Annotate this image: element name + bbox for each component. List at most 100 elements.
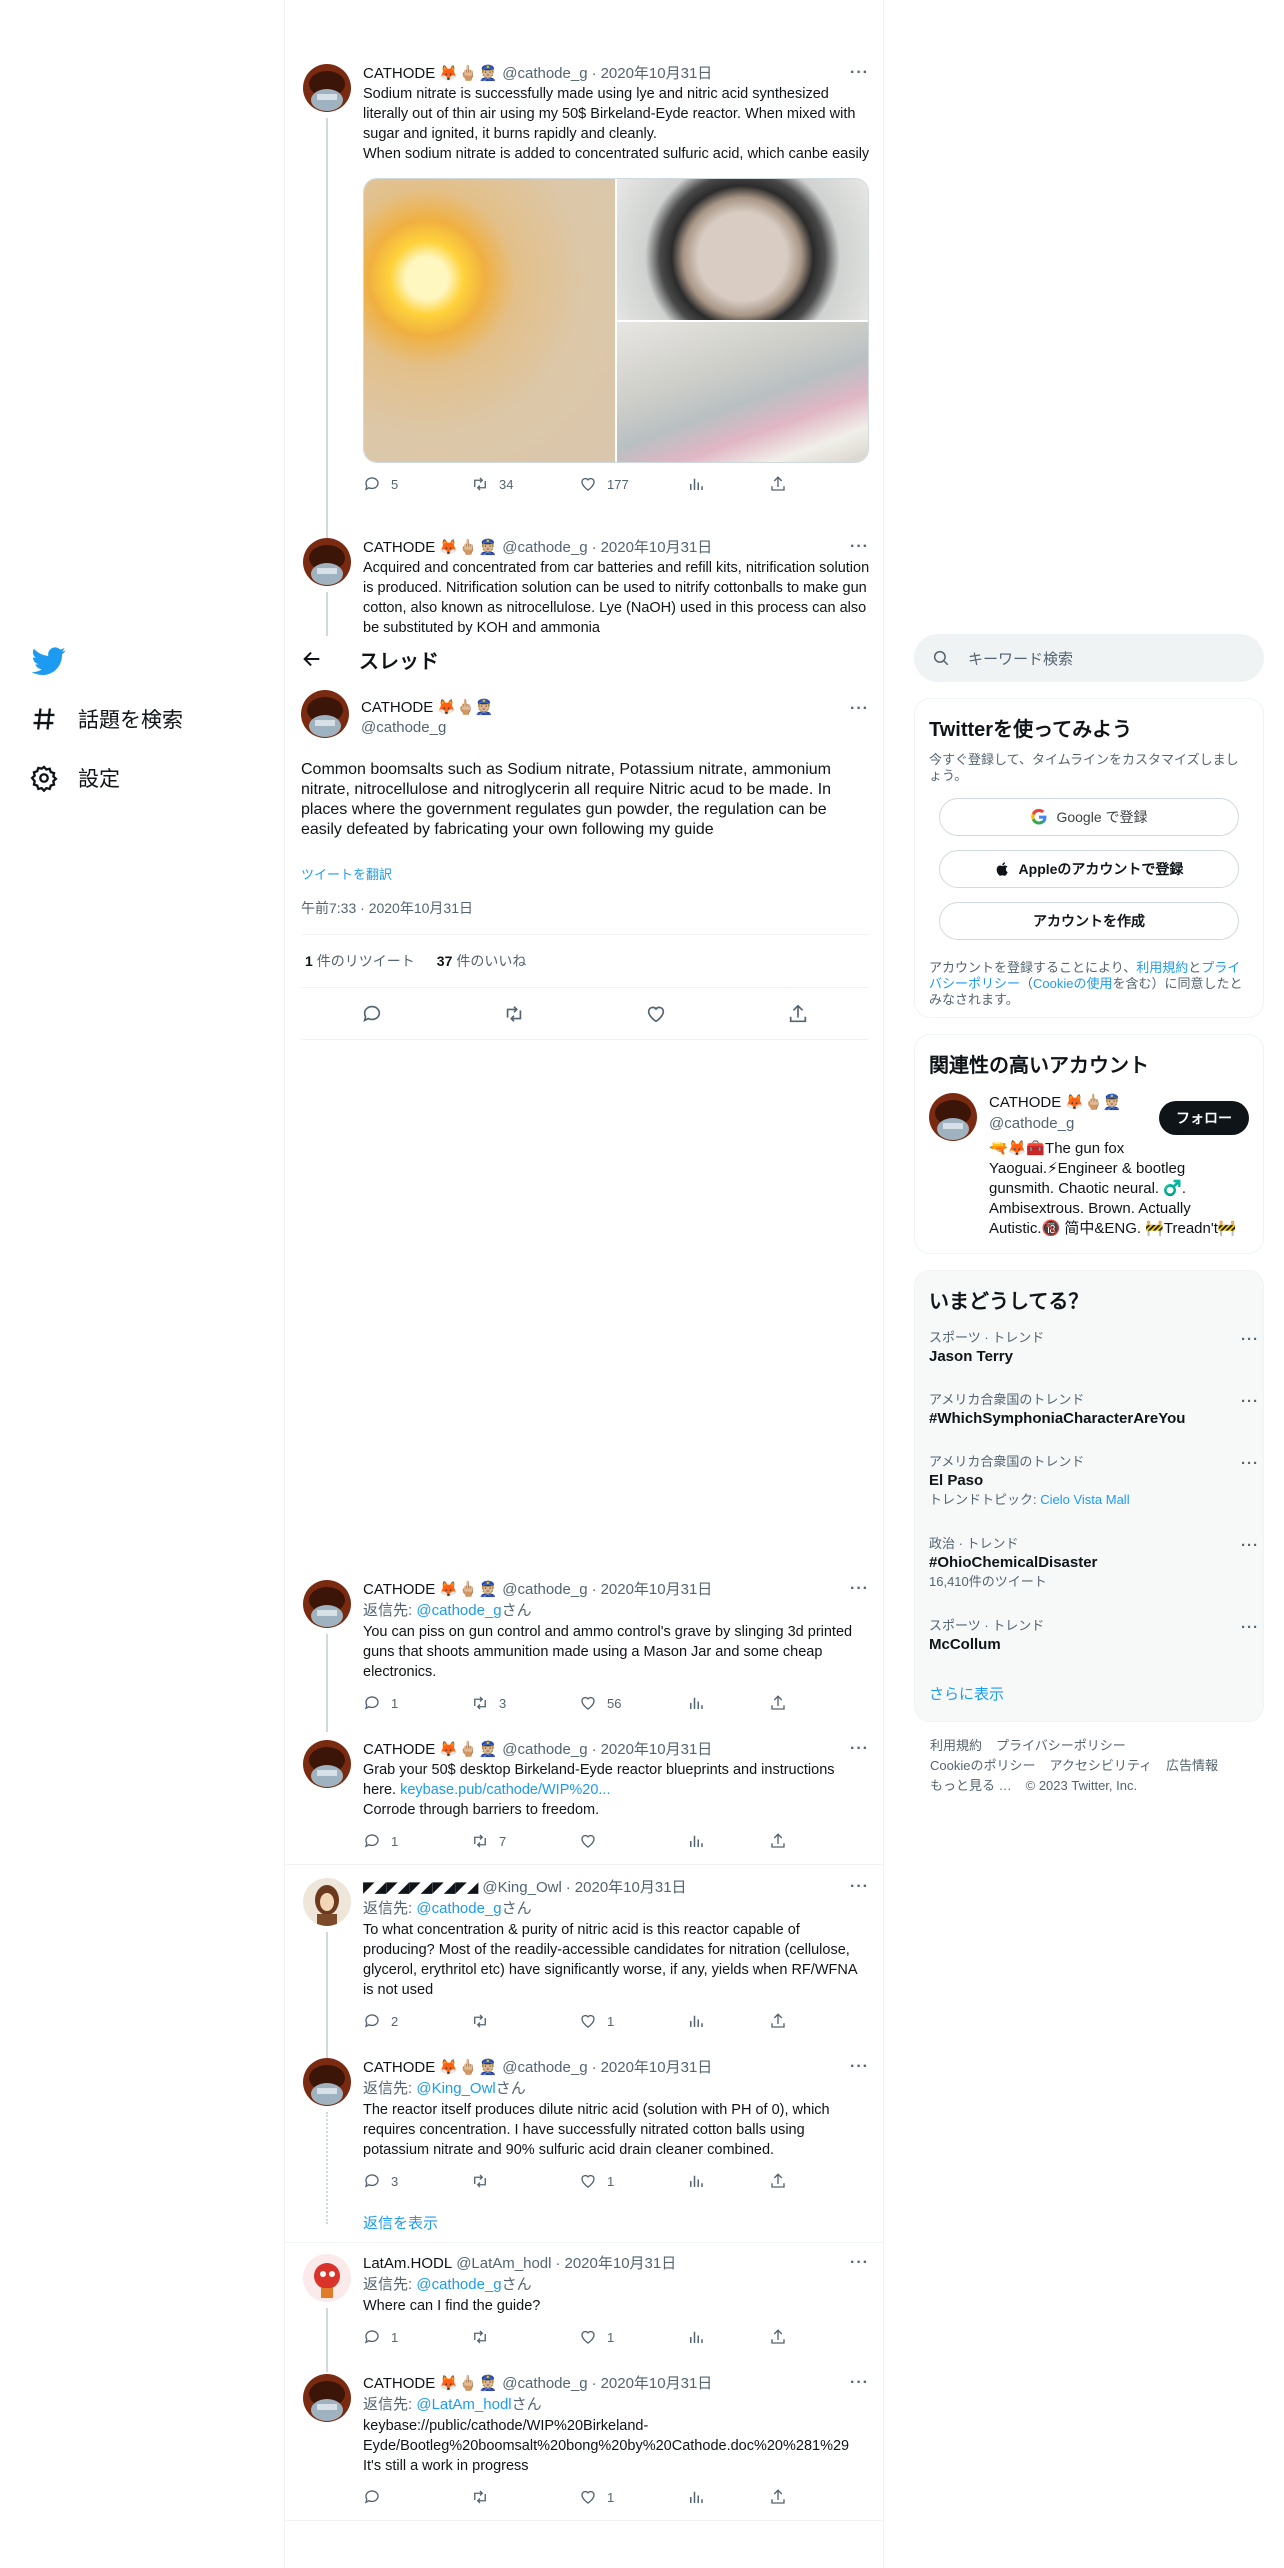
retweet-stat[interactable]: 1 件のリツイート xyxy=(305,951,415,971)
author-handle[interactable]: @cathode_g xyxy=(502,1580,587,1600)
like-button[interactable]: 1 xyxy=(579,2328,687,2346)
more-options-icon[interactable]: ··· xyxy=(1241,1455,1259,1472)
retweet-icon[interactable] xyxy=(503,1003,525,1025)
share-button[interactable] xyxy=(769,475,787,493)
more-options-icon[interactable]: ··· xyxy=(850,1580,869,1598)
avatar[interactable] xyxy=(303,1580,351,1628)
footer-link[interactable]: アクセシビリティ xyxy=(1049,1758,1152,1773)
avatar[interactable] xyxy=(303,2254,351,2302)
reply-button[interactable] xyxy=(363,2488,471,2506)
show-more-link[interactable]: さらに表示 xyxy=(929,1683,1004,1704)
apple-signup-button[interactable]: Appleのアカウントで登録 xyxy=(939,850,1239,888)
tweet-date[interactable]: 2020年10月31日 xyxy=(564,2254,676,2274)
retweet-button[interactable]: 3 xyxy=(471,1694,579,1712)
author-name[interactable]: ◤◢◤◢◤◢◤◢◤◢ xyxy=(363,1878,478,1898)
share-button[interactable] xyxy=(769,2328,787,2346)
reply-tweet[interactable]: ··· CATHODE 🦊🖕🏼👮🏼 @cathode_g · 2020年10月3… xyxy=(285,2058,883,2224)
reply-tweet[interactable]: ··· LatAm.HODL @LatAm_hodl · 2020年10月31日… xyxy=(285,2254,883,2372)
more-options-icon[interactable]: ··· xyxy=(1241,1331,1259,1348)
nav-explore[interactable]: 話題を検索 xyxy=(30,704,183,734)
tweet-date[interactable]: 2020年10月31日 xyxy=(601,538,713,558)
reply-to-link[interactable]: @King_Owl xyxy=(416,2080,495,2097)
avatar[interactable] xyxy=(303,64,351,112)
twitter-bird-icon[interactable] xyxy=(30,644,68,678)
tweet-date[interactable]: 2020年10月31日 xyxy=(601,2374,713,2394)
analytics-button[interactable] xyxy=(687,1694,769,1712)
trend-item[interactable]: スポーツ · トレンド McCollum ··· xyxy=(929,1617,1258,1655)
avatar[interactable] xyxy=(929,1093,977,1141)
tweet-date[interactable]: 2020年10月31日 xyxy=(575,1878,687,1898)
avatar[interactable] xyxy=(303,2374,351,2422)
author-handle[interactable]: @cathode_g xyxy=(502,2374,587,2394)
analytics-button[interactable] xyxy=(687,2328,769,2346)
cookie-link[interactable]: Cookieの使用 xyxy=(1033,976,1112,991)
reply-button[interactable]: 5 xyxy=(363,475,471,493)
thread-tweet[interactable]: ··· CATHODE 🦊🖕🏼👮🏼 @cathode_g · 2020年10月3… xyxy=(285,538,883,636)
like-button[interactable]: 56 xyxy=(579,1694,687,1712)
more-options-icon[interactable]: ··· xyxy=(1241,1619,1259,1636)
blueprint-link[interactable]: keybase.pub/cathode/WIP%20... xyxy=(400,1782,610,1798)
trend-item[interactable]: 政治 · トレンド #OhioChemicalDisaster 16,410件の… xyxy=(929,1535,1258,1591)
reply-button[interactable]: 3 xyxy=(363,2172,471,2190)
share-button[interactable] xyxy=(769,1694,787,1712)
more-options-icon[interactable]: ··· xyxy=(850,2254,869,2272)
author-name[interactable]: CATHODE xyxy=(363,2374,435,2394)
media-photo-flame[interactable] xyxy=(364,179,615,462)
tweet-media[interactable] xyxy=(363,178,869,463)
media-photo-bottles[interactable] xyxy=(617,321,868,462)
author-handle[interactable]: @LatAm_hodl xyxy=(456,2254,551,2274)
footer-link[interactable]: 利用規約 xyxy=(930,1738,982,1753)
like-button[interactable]: 1 xyxy=(579,2172,687,2190)
author-name[interactable]: CATHODE xyxy=(363,538,435,558)
reply-tweet[interactable]: ··· CATHODE 🦊🖕🏼👮🏼 @cathode_g · 2020年10月3… xyxy=(285,1580,883,1732)
reply-to-link[interactable]: @cathode_g xyxy=(416,1602,501,1619)
tweet-date[interactable]: 2020年10月31日 xyxy=(601,2058,713,2078)
author-name[interactable]: CATHODE xyxy=(363,64,435,84)
media-photo-pan[interactable] xyxy=(617,179,868,320)
create-account-button[interactable]: アカウントを作成 xyxy=(939,902,1239,940)
nav-settings[interactable]: 設定 xyxy=(30,763,120,793)
retweet-button[interactable]: 7 xyxy=(471,1832,579,1850)
tweet-date[interactable]: 2020年10月31日 xyxy=(601,64,713,84)
retweet-button[interactable]: 34 xyxy=(471,475,579,493)
translate-link[interactable]: ツイートを翻訳 xyxy=(301,864,392,883)
tweet-date[interactable]: 2020年10月31日 xyxy=(601,1740,713,1760)
reply-to-link[interactable]: @cathode_g xyxy=(416,1900,501,1917)
retweet-button[interactable] xyxy=(471,2012,579,2030)
share-button[interactable] xyxy=(769,2172,787,2190)
trend-topic-link[interactable]: Cielo Vista Mall xyxy=(1040,1492,1129,1507)
more-options-icon[interactable]: ··· xyxy=(850,2058,869,2076)
back-arrow-icon[interactable] xyxy=(301,648,323,670)
author-name[interactable]: CATHODE xyxy=(363,1740,435,1760)
focal-author-handle[interactable]: @cathode_g xyxy=(361,719,446,736)
author-handle[interactable]: @King_Owl xyxy=(482,1878,561,1898)
reply-to-link[interactable]: @cathode_g xyxy=(416,2276,501,2293)
author-name[interactable]: LatAm.HODL xyxy=(363,2254,452,2274)
reply-button[interactable]: 1 xyxy=(363,1832,471,1850)
author-name[interactable]: CATHODE xyxy=(363,2058,435,2078)
more-options-icon[interactable]: ··· xyxy=(1241,1393,1259,1410)
reply-tweet[interactable]: ··· ◤◢◤◢◤◢◤◢◤◢ @King_Owl · 2020年10月31日 返… xyxy=(285,1878,883,2062)
retweet-button[interactable] xyxy=(471,2488,579,2506)
footer-link[interactable]: 広告情報 xyxy=(1166,1758,1218,1773)
author-name[interactable]: CATHODE xyxy=(363,1580,435,1600)
reply-icon[interactable] xyxy=(361,1003,383,1025)
share-icon[interactable] xyxy=(787,1003,809,1025)
author-handle[interactable]: @cathode_g xyxy=(502,538,587,558)
reply-tweet[interactable]: ··· CATHODE 🦊🖕🏼👮🏼 @cathode_g · 2020年10月3… xyxy=(285,2374,883,2508)
more-options-icon[interactable]: ··· xyxy=(850,700,869,718)
more-options-icon[interactable]: ··· xyxy=(850,1878,869,1896)
avatar[interactable] xyxy=(301,690,349,738)
follow-button[interactable]: フォロー xyxy=(1159,1101,1249,1135)
analytics-button[interactable] xyxy=(687,475,769,493)
reply-button[interactable]: 2 xyxy=(363,2012,471,2030)
avatar[interactable] xyxy=(303,2058,351,2106)
like-stat[interactable]: 37 件のいいね xyxy=(437,951,527,971)
author-handle[interactable]: @cathode_g xyxy=(502,64,587,84)
trend-item[interactable]: アメリカ合衆国のトレンド El Paso トレンドトピック: Cielo Vis… xyxy=(929,1453,1258,1509)
author-handle[interactable]: @cathode_g xyxy=(502,2058,587,2078)
related-name[interactable]: CATHODE 🦊🖕🏼👮🏼 xyxy=(989,1093,1121,1111)
footer-link[interactable]: Cookieのポリシー xyxy=(930,1758,1035,1773)
analytics-button[interactable] xyxy=(687,2012,769,2030)
share-button[interactable] xyxy=(769,2488,787,2506)
